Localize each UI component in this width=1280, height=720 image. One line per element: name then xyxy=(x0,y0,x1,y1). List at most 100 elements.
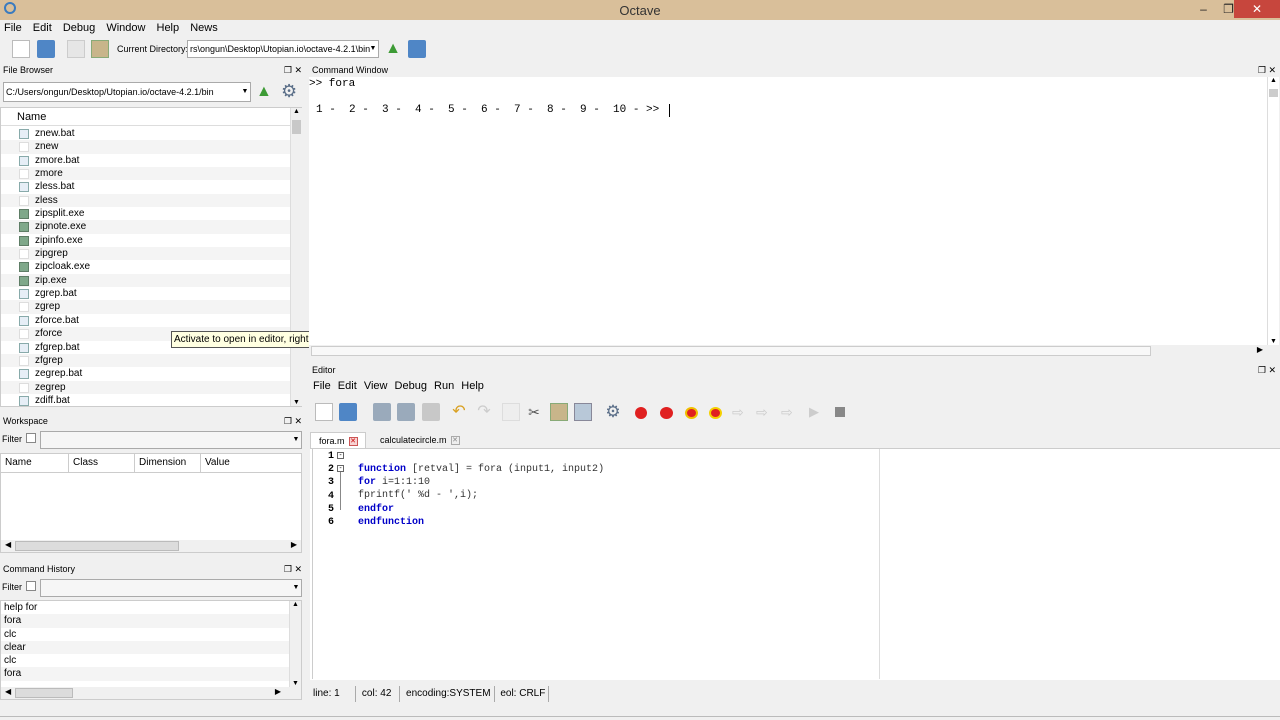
scroll-left-arrow[interactable]: ◀ xyxy=(5,540,11,549)
workspace-col-name[interactable]: Name xyxy=(1,454,69,472)
menu-file[interactable]: File xyxy=(4,22,22,34)
file-list-item[interactable]: znew xyxy=(1,140,290,154)
workspace-hscroll[interactable]: ◀ ▶ xyxy=(1,540,301,552)
editor-menu-view[interactable]: View xyxy=(364,380,388,392)
file-list-item[interactable]: znew.bat xyxy=(1,127,290,140)
open-folder-icon[interactable] xyxy=(339,403,357,421)
file-list-item[interactable]: zipcloak.exe xyxy=(1,260,290,273)
file-list-item[interactable]: zless xyxy=(1,193,290,208)
scroll-thumb[interactable] xyxy=(311,346,1151,356)
fold-marker-icon[interactable]: - xyxy=(337,452,344,459)
workspace-col-class[interactable]: Class xyxy=(69,454,135,472)
tab-calculatecircle-m[interactable]: calculatecircle.m ✕ xyxy=(372,432,466,448)
scroll-down-arrow[interactable]: ▼ xyxy=(1268,338,1279,345)
paste-icon[interactable] xyxy=(91,40,109,58)
file-list-item[interactable]: zless.bat xyxy=(1,180,290,193)
file-list-scrollbar[interactable]: ▲ ▼ xyxy=(290,108,302,406)
file-browser-path-combo[interactable]: C:/Users/ongun/Desktop/Utopian.io/octave… xyxy=(3,82,251,102)
close-panel-icon[interactable]: ✕ xyxy=(294,416,302,426)
file-list-item[interactable]: zipnote.exe xyxy=(1,220,290,234)
undock-icon[interactable]: ❐ xyxy=(284,416,292,426)
remove-breakpoints-icon[interactable] xyxy=(709,407,722,419)
close-button[interactable]: ✕ xyxy=(1234,0,1280,18)
editor-menu-help[interactable]: Help xyxy=(461,380,484,392)
column-header-name[interactable]: Name xyxy=(1,108,290,126)
file-list-item[interactable]: zgrep xyxy=(1,300,290,314)
file-list-item[interactable]: zmore.bat xyxy=(1,154,290,167)
close-panel-icon[interactable]: ✕ xyxy=(294,65,302,75)
menu-window[interactable]: Window xyxy=(106,22,145,34)
list-item[interactable]: help for xyxy=(1,601,301,614)
list-item[interactable]: clear xyxy=(1,640,301,655)
scroll-right-arrow[interactable]: ▶ xyxy=(275,687,281,696)
file-list-item[interactable]: zip.exe xyxy=(1,273,290,288)
copy-icon[interactable] xyxy=(502,403,520,421)
workspace-col-value[interactable]: Value xyxy=(201,454,301,472)
scroll-thumb[interactable] xyxy=(15,541,179,551)
list-item[interactable]: clc xyxy=(1,654,301,667)
step-in-icon[interactable]: ⇨ xyxy=(756,403,774,421)
menu-news[interactable]: News xyxy=(190,22,218,34)
save-icon[interactable] xyxy=(373,403,391,421)
scroll-thumb[interactable] xyxy=(292,120,301,134)
close-tab-icon[interactable]: ✕ xyxy=(450,436,460,446)
scroll-left-arrow[interactable]: ◀ xyxy=(5,687,11,696)
editor-menu-file[interactable]: File xyxy=(313,380,331,392)
continue-icon[interactable]: ▶ xyxy=(809,403,827,421)
file-list-item[interactable]: zipgrep xyxy=(1,247,290,261)
history-hscroll[interactable]: ◀ ▶ xyxy=(1,687,301,699)
paste-icon[interactable] xyxy=(550,403,568,421)
scroll-thumb[interactable] xyxy=(1269,89,1278,97)
tab-fora-m[interactable]: fora.m ✕ xyxy=(310,432,366,448)
browse-folder-icon[interactable] xyxy=(408,40,426,58)
menu-edit[interactable]: Edit xyxy=(33,22,52,34)
open-folder-icon[interactable] xyxy=(37,40,55,58)
workspace-col-dimension[interactable]: Dimension xyxy=(135,454,201,472)
minimize-button[interactable]: – xyxy=(1190,0,1217,18)
workspace-filter-checkbox[interactable] xyxy=(26,433,36,443)
close-panel-icon[interactable]: ✕ xyxy=(294,564,302,574)
step-icon[interactable]: ⇨ xyxy=(732,403,750,421)
current-directory-combo[interactable]: rs\ongun\Desktop\Utopian.io\octave-4.2.1… xyxy=(187,40,379,58)
up-directory-icon[interactable]: ▲ xyxy=(384,40,402,58)
new-file-icon[interactable] xyxy=(315,403,333,421)
scroll-down-arrow[interactable]: ▼ xyxy=(291,399,302,406)
file-list-item[interactable]: zipinfo.exe xyxy=(1,234,290,247)
next-breakpoint-icon[interactable] xyxy=(660,407,673,419)
find-replace-icon[interactable] xyxy=(574,403,592,421)
cut-icon[interactable]: ✂ xyxy=(525,403,543,421)
step-out-icon[interactable]: ⇨ xyxy=(781,403,799,421)
history-vscroll[interactable]: ▲ ▼ xyxy=(289,601,301,687)
workspace-filter-input[interactable]: ▼ xyxy=(40,431,302,449)
undock-icon[interactable]: ❐ xyxy=(284,65,292,75)
command-window-console[interactable]: >> fora 1 - 2 - 3 - 4 - 5 - 6 - 7 - 8 - … xyxy=(309,77,1267,345)
close-panel-icon[interactable]: ✕ xyxy=(1268,365,1276,375)
file-list-item[interactable]: zegrep.bat xyxy=(1,367,290,380)
scroll-right-arrow[interactable]: ▶ xyxy=(291,540,297,549)
close-tab-icon[interactable]: ✕ xyxy=(348,437,358,447)
settings-gear-icon[interactable]: ⚙ xyxy=(604,403,622,421)
file-list-item[interactable]: zipsplit.exe xyxy=(1,207,290,220)
chevron-down-icon[interactable]: ▼ xyxy=(291,580,301,596)
file-list-item[interactable]: zegrep xyxy=(1,380,290,394)
file-list-item[interactable]: zforce.bat xyxy=(1,314,290,327)
scroll-up-arrow[interactable]: ▲ xyxy=(1268,77,1279,84)
scroll-down-arrow[interactable]: ▼ xyxy=(290,680,301,687)
close-panel-icon[interactable]: ✕ xyxy=(1268,65,1276,75)
undo-icon[interactable]: ↶ xyxy=(450,403,468,421)
list-item[interactable]: fora xyxy=(1,614,301,628)
gear-icon[interactable]: ⚙ xyxy=(281,81,297,102)
scroll-up-arrow[interactable]: ▲ xyxy=(290,601,301,608)
console-vscroll[interactable]: ▲ ▼ xyxy=(1267,77,1279,345)
scroll-up-arrow[interactable]: ▲ xyxy=(291,108,302,115)
editor-menu-debug[interactable]: Debug xyxy=(395,380,427,392)
copy-icon[interactable] xyxy=(67,40,85,58)
undock-icon[interactable]: ❐ xyxy=(284,564,292,574)
print-icon[interactable] xyxy=(422,403,440,421)
history-filter-input[interactable]: ▼ xyxy=(40,579,302,597)
history-filter-checkbox[interactable] xyxy=(26,581,36,591)
save-as-icon[interactable] xyxy=(397,403,415,421)
chevron-down-icon[interactable]: ▼ xyxy=(291,432,301,448)
list-item[interactable]: clc xyxy=(1,628,301,641)
scroll-thumb[interactable] xyxy=(15,688,73,698)
